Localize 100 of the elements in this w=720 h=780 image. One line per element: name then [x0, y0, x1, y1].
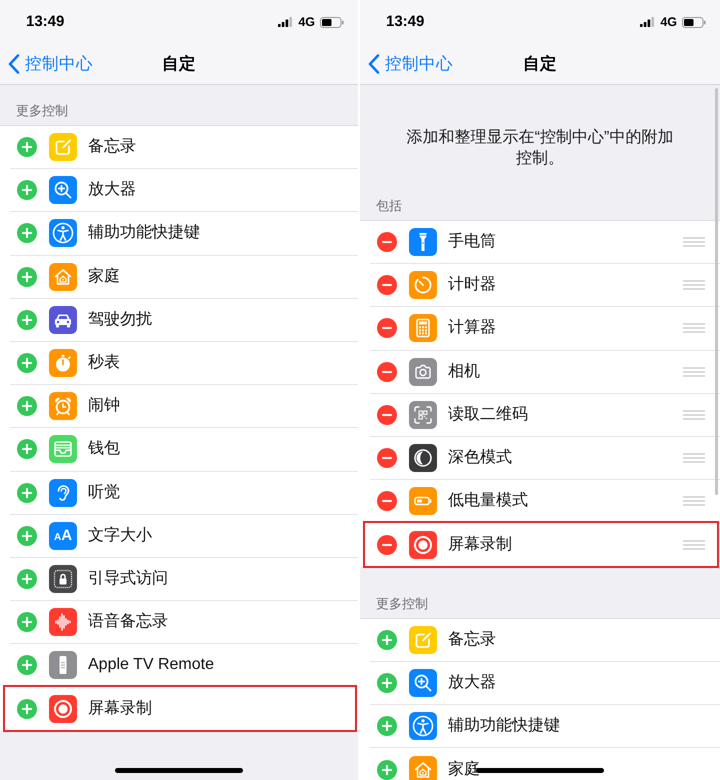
wallet-icon — [49, 435, 77, 464]
drag-handle-icon[interactable] — [683, 410, 705, 420]
plus-icon — [22, 228, 32, 238]
minus-icon — [382, 457, 392, 460]
drag-handle-icon[interactable] — [683, 366, 705, 377]
ear-icon — [49, 478, 77, 507]
remove-button[interactable] — [377, 275, 397, 296]
add-button[interactable] — [17, 137, 37, 158]
plus-icon — [382, 678, 392, 688]
control-label: 秒表 — [88, 354, 120, 372]
network-label: 4G — [298, 14, 315, 31]
add-button[interactable] — [377, 672, 397, 693]
control-label: 引导式访问 — [88, 570, 168, 588]
notepad-pencil-icon — [49, 133, 77, 162]
record-icon — [409, 530, 437, 559]
plus-icon — [22, 142, 32, 152]
control-label: 屏幕录制 — [448, 536, 512, 554]
plus-icon — [22, 617, 32, 628]
add-button[interactable] — [17, 439, 37, 460]
control-label: 计算器 — [448, 319, 496, 338]
plus-icon — [22, 444, 32, 454]
accessibility-icon — [49, 219, 77, 248]
stopwatch-icon — [49, 349, 77, 378]
drag-handle-icon[interactable] — [683, 453, 705, 464]
remove-button[interactable] — [377, 534, 397, 555]
record-icon — [49, 695, 77, 724]
minus-icon — [382, 544, 392, 546]
add-button[interactable] — [17, 568, 37, 589]
page-title: 自定 — [523, 54, 557, 75]
remove-button[interactable] — [377, 491, 397, 512]
add-button[interactable] — [17, 396, 37, 416]
remove-button[interactable] — [377, 232, 397, 252]
notepad-pencil-icon — [409, 626, 437, 654]
control-label: 辅助功能快捷键 — [88, 224, 200, 242]
waveform-icon — [49, 608, 77, 636]
section-header: 更多控制 — [376, 596, 429, 612]
control-label: 放大器 — [448, 674, 496, 692]
qr-code-icon — [409, 400, 437, 429]
accessibility-icon — [409, 712, 437, 740]
control-label: 放大器 — [88, 181, 136, 200]
add-button[interactable] — [17, 526, 37, 546]
plus-icon — [22, 272, 32, 282]
plus-icon — [22, 660, 32, 670]
remove-button[interactable] — [377, 404, 397, 425]
drag-handle-icon[interactable] — [683, 323, 705, 334]
battery-icon — [320, 16, 344, 28]
minus-icon — [382, 241, 392, 244]
minus-icon — [382, 500, 392, 502]
lock-icon — [49, 564, 77, 593]
flashlight-icon — [409, 228, 437, 256]
add-button[interactable] — [17, 699, 37, 720]
back-button[interactable]: 控制中心 — [360, 52, 453, 76]
drag-handle-icon[interactable] — [683, 237, 705, 248]
control-label: 家庭 — [88, 268, 120, 286]
add-button[interactable] — [17, 310, 37, 330]
add-button[interactable] — [377, 630, 397, 650]
plus-icon — [382, 720, 392, 731]
control-label: 深色模式 — [448, 449, 512, 468]
plus-icon — [22, 401, 32, 412]
add-button[interactable] — [17, 223, 37, 244]
add-button[interactable] — [17, 353, 37, 374]
drag-handle-icon[interactable] — [683, 280, 705, 290]
add-button[interactable] — [17, 482, 37, 503]
car-icon — [49, 306, 77, 334]
remove-button[interactable] — [377, 318, 397, 338]
control-label: 相机 — [448, 362, 480, 381]
plus-icon — [22, 530, 32, 541]
minus-icon — [382, 414, 392, 416]
battery-icon — [409, 487, 437, 516]
control-label: 家庭 — [448, 760, 480, 779]
control-label: 屏幕录制 — [88, 700, 152, 718]
camera-icon — [409, 358, 437, 386]
minus-icon — [382, 370, 392, 373]
drag-handle-icon[interactable] — [683, 540, 705, 550]
signal-icon — [640, 17, 654, 27]
control-label: 低电量模式 — [448, 492, 528, 510]
chevron-icon — [368, 54, 380, 74]
magnifier-icon — [409, 668, 437, 697]
add-button[interactable] — [377, 716, 397, 736]
status-time: 13:49 — [26, 12, 64, 32]
add-button[interactable] — [17, 655, 37, 676]
remote-icon — [49, 651, 77, 680]
add-button[interactable] — [17, 180, 37, 200]
timer-icon — [409, 271, 437, 300]
control-label: 钱包 — [88, 440, 120, 458]
control-label: 手电筒 — [448, 233, 496, 252]
remove-button[interactable] — [377, 448, 397, 468]
description-text: 添加和整理显示在“控制中心”中的附加控制。 — [406, 128, 674, 169]
add-button[interactable] — [17, 612, 37, 632]
section-header: 包括 — [376, 198, 403, 214]
house-icon — [49, 262, 77, 291]
drag-handle-icon[interactable] — [683, 496, 705, 506]
add-button[interactable] — [377, 760, 397, 780]
control-label: 备忘录 — [448, 630, 496, 649]
chevron-icon — [8, 54, 20, 74]
add-button[interactable] — [17, 266, 37, 287]
plus-icon — [22, 358, 32, 368]
alarm-clock-icon — [49, 392, 77, 420]
remove-button[interactable] — [377, 362, 397, 382]
back-button[interactable]: 控制中心 — [0, 52, 93, 76]
